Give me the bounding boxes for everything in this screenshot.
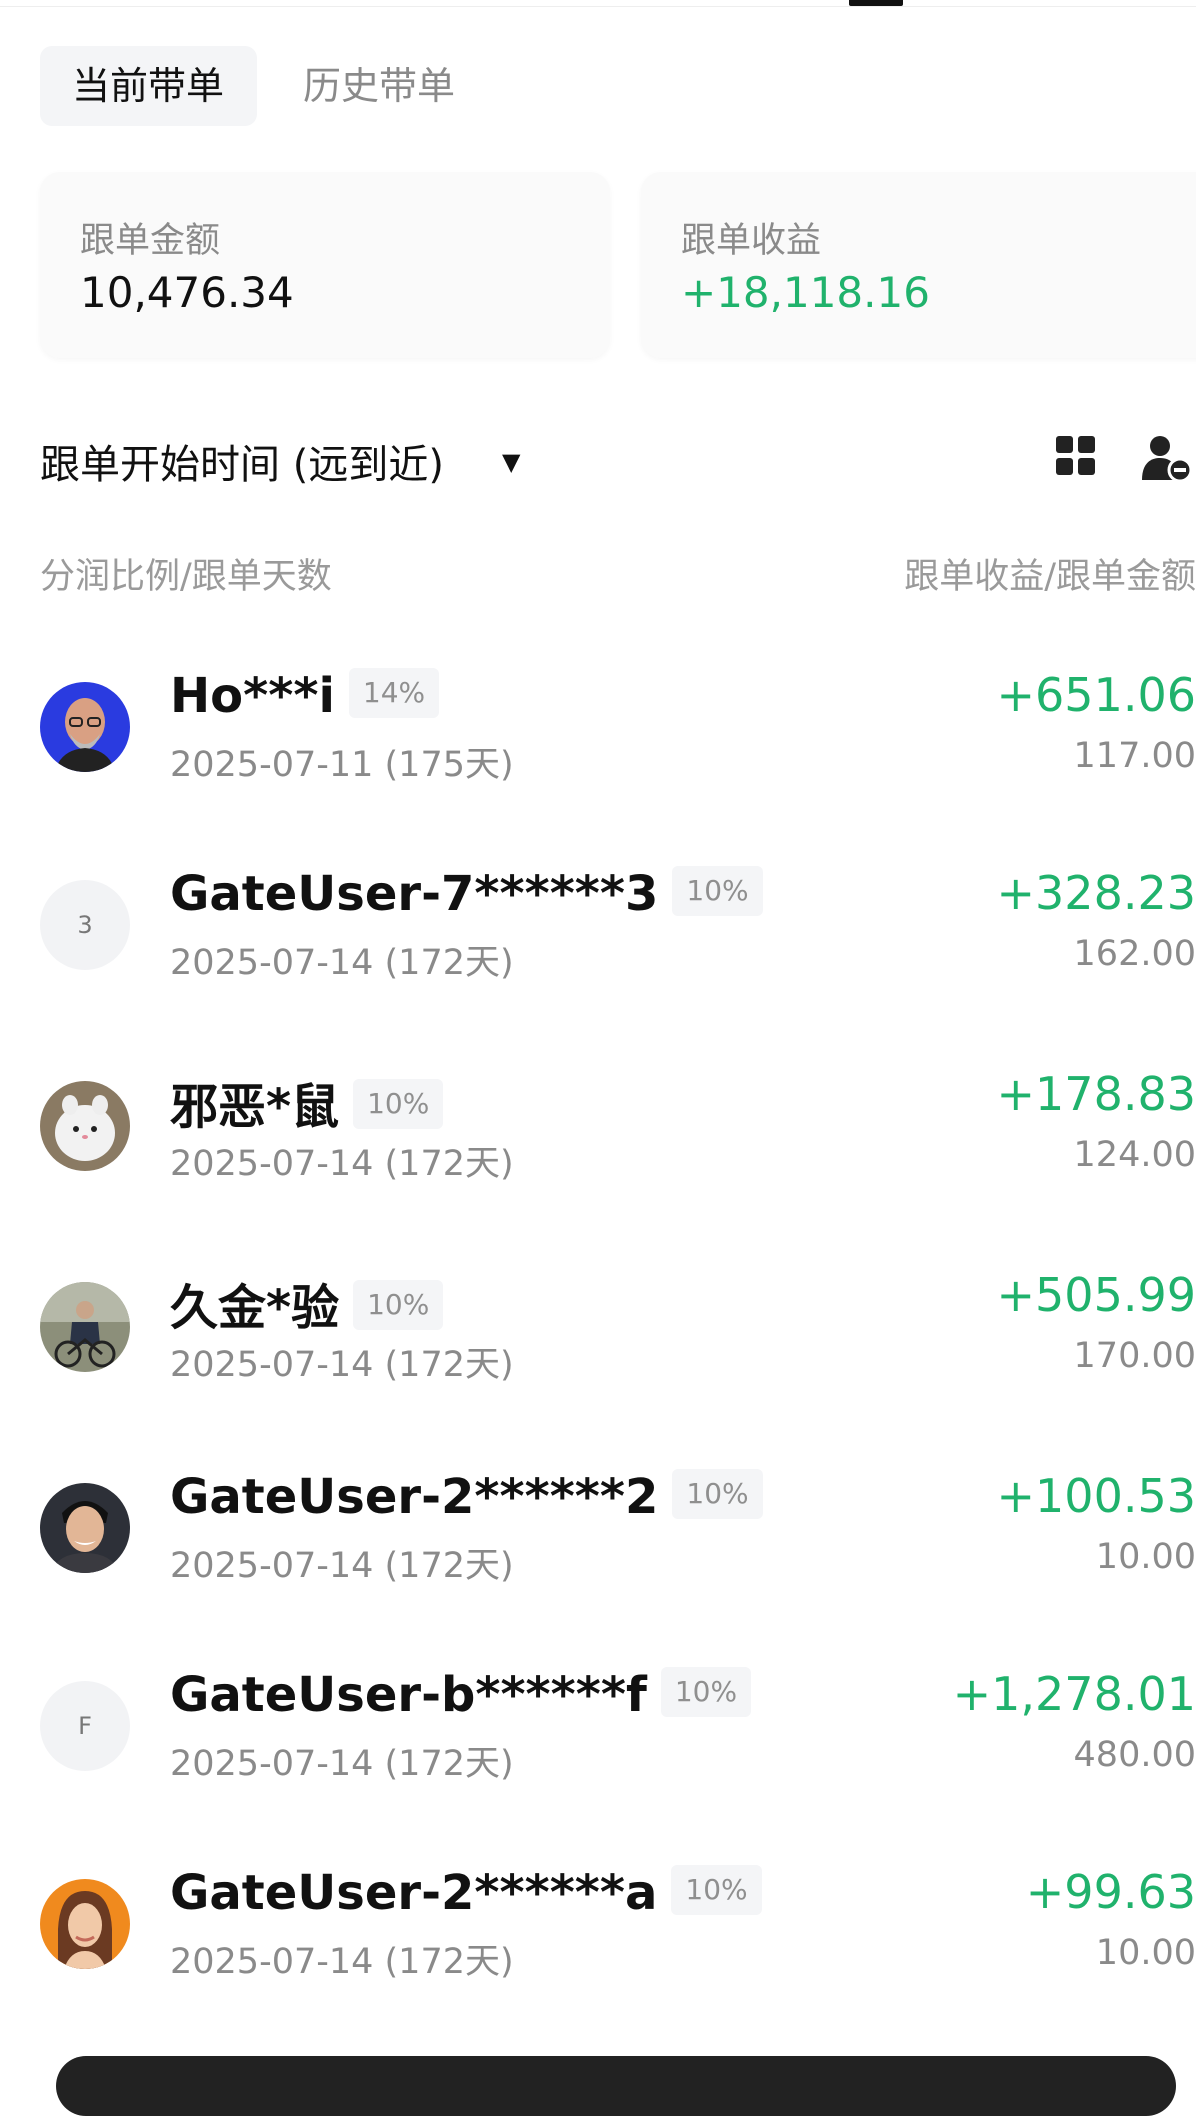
follow-start-date: 2025-07-14 (172天) (170, 934, 514, 985)
avatar (40, 682, 130, 772)
avatar (40, 1483, 130, 1573)
avatar: 3 (40, 880, 130, 970)
share-ratio-badge: 10% (353, 1079, 443, 1129)
follower-row[interactable]: 邪恶*鼠10% 2025-07-14 (172天) +178.83 124.00 (0, 1075, 1196, 1225)
follower-amount: 117.00 (1074, 736, 1196, 776)
avatar (40, 1879, 130, 1969)
follower-row[interactable]: Ho***i14% 2025-07-11 (175天) +651.06 117.… (0, 676, 1196, 826)
share-ratio-badge: 10% (672, 1469, 762, 1519)
tab-current-orders[interactable]: 当前带单 (40, 46, 257, 126)
follow-start-date: 2025-07-14 (172天) (170, 1735, 514, 1786)
follow-profit-label: 跟单收益 (681, 212, 821, 263)
follower-profit: +99.63 (1026, 1865, 1196, 1919)
follower-name: 久金*验10% (170, 1268, 443, 1338)
follower-amount: 10.00 (1096, 1933, 1196, 1973)
follower-profit: +178.83 (997, 1067, 1196, 1121)
follower-row[interactable]: F GateUser-b******f10% 2025-07-14 (172天)… (0, 1675, 1196, 1825)
follower-row[interactable]: 3 GateUser-7******310% 2025-07-14 (172天)… (0, 874, 1196, 1024)
follower-name: GateUser-7******310% (170, 866, 763, 922)
follow-start-date: 2025-07-14 (172天) (170, 1933, 514, 1984)
follower-row[interactable]: GateUser-2******210% 2025-07-14 (172天) +… (0, 1477, 1196, 1627)
bottom-action-bar[interactable] (56, 2056, 1176, 2116)
follow-start-date: 2025-07-14 (172天) (170, 1336, 514, 1387)
follower-amount: 170.00 (1074, 1336, 1196, 1376)
follow-amount-label: 跟单金额 (80, 212, 220, 263)
caret-down-icon[interactable]: ▼ (502, 448, 520, 476)
follower-profit: +328.23 (997, 866, 1196, 920)
user-remove-icon[interactable] (1142, 434, 1192, 482)
sort-dropdown[interactable]: 跟单开始时间 (远到近) (40, 432, 444, 490)
avatar: F (40, 1681, 130, 1771)
column-header-profit-amount: 跟单收益/跟单金额 (904, 548, 1196, 599)
follower-amount: 162.00 (1074, 934, 1196, 974)
follower-profit: +1,278.01 (953, 1667, 1196, 1721)
follow-start-date: 2025-07-14 (172天) (170, 1135, 514, 1186)
follow-amount-value: 10,476.34 (80, 268, 294, 317)
follower-profit: +505.99 (997, 1268, 1196, 1322)
tab-history-orders[interactable]: 历史带单 (269, 46, 489, 126)
follower-name: GateUser-2******a10% (170, 1865, 762, 1921)
follow-amount-card: 跟单金额 10,476.34 (40, 172, 610, 358)
share-ratio-badge: 10% (672, 866, 762, 916)
follow-profit-value: +18,118.16 (681, 268, 930, 317)
tab-indicator (849, 0, 903, 6)
tab-bar: 当前带单 历史带单 (40, 46, 489, 126)
grid-view-icon[interactable] (1056, 436, 1096, 476)
share-ratio-badge: 10% (671, 1865, 761, 1915)
follower-name: GateUser-2******210% (170, 1469, 763, 1525)
follow-start-date: 2025-07-14 (172天) (170, 1537, 514, 1588)
avatar (40, 1282, 130, 1372)
avatar (40, 1081, 130, 1171)
follower-amount: 480.00 (1074, 1735, 1196, 1775)
follower-profit: +651.06 (997, 668, 1196, 722)
follower-amount: 124.00 (1074, 1135, 1196, 1175)
follow-profit-card: 跟单收益 +18,118.16 (641, 172, 1196, 358)
follower-profit: +100.53 (997, 1469, 1196, 1523)
follower-row[interactable]: 久金*验10% 2025-07-14 (172天) +505.99 170.00 (0, 1276, 1196, 1426)
column-header-share-days: 分润比例/跟单天数 (40, 548, 332, 599)
follower-name: Ho***i14% (170, 668, 439, 724)
follower-name: GateUser-b******f10% (170, 1667, 751, 1723)
share-ratio-badge: 14% (349, 668, 439, 718)
follower-row[interactable]: GateUser-2******a10% 2025-07-14 (172天) +… (0, 1873, 1196, 2023)
top-divider (0, 6, 1196, 7)
sort-row: 跟单开始时间 (远到近) ▼ (40, 428, 1196, 488)
follow-start-date: 2025-07-11 (175天) (170, 736, 514, 787)
follower-amount: 10.00 (1096, 1537, 1196, 1577)
share-ratio-badge: 10% (353, 1280, 443, 1330)
share-ratio-badge: 10% (661, 1667, 751, 1717)
follower-name: 邪恶*鼠10% (170, 1067, 443, 1137)
